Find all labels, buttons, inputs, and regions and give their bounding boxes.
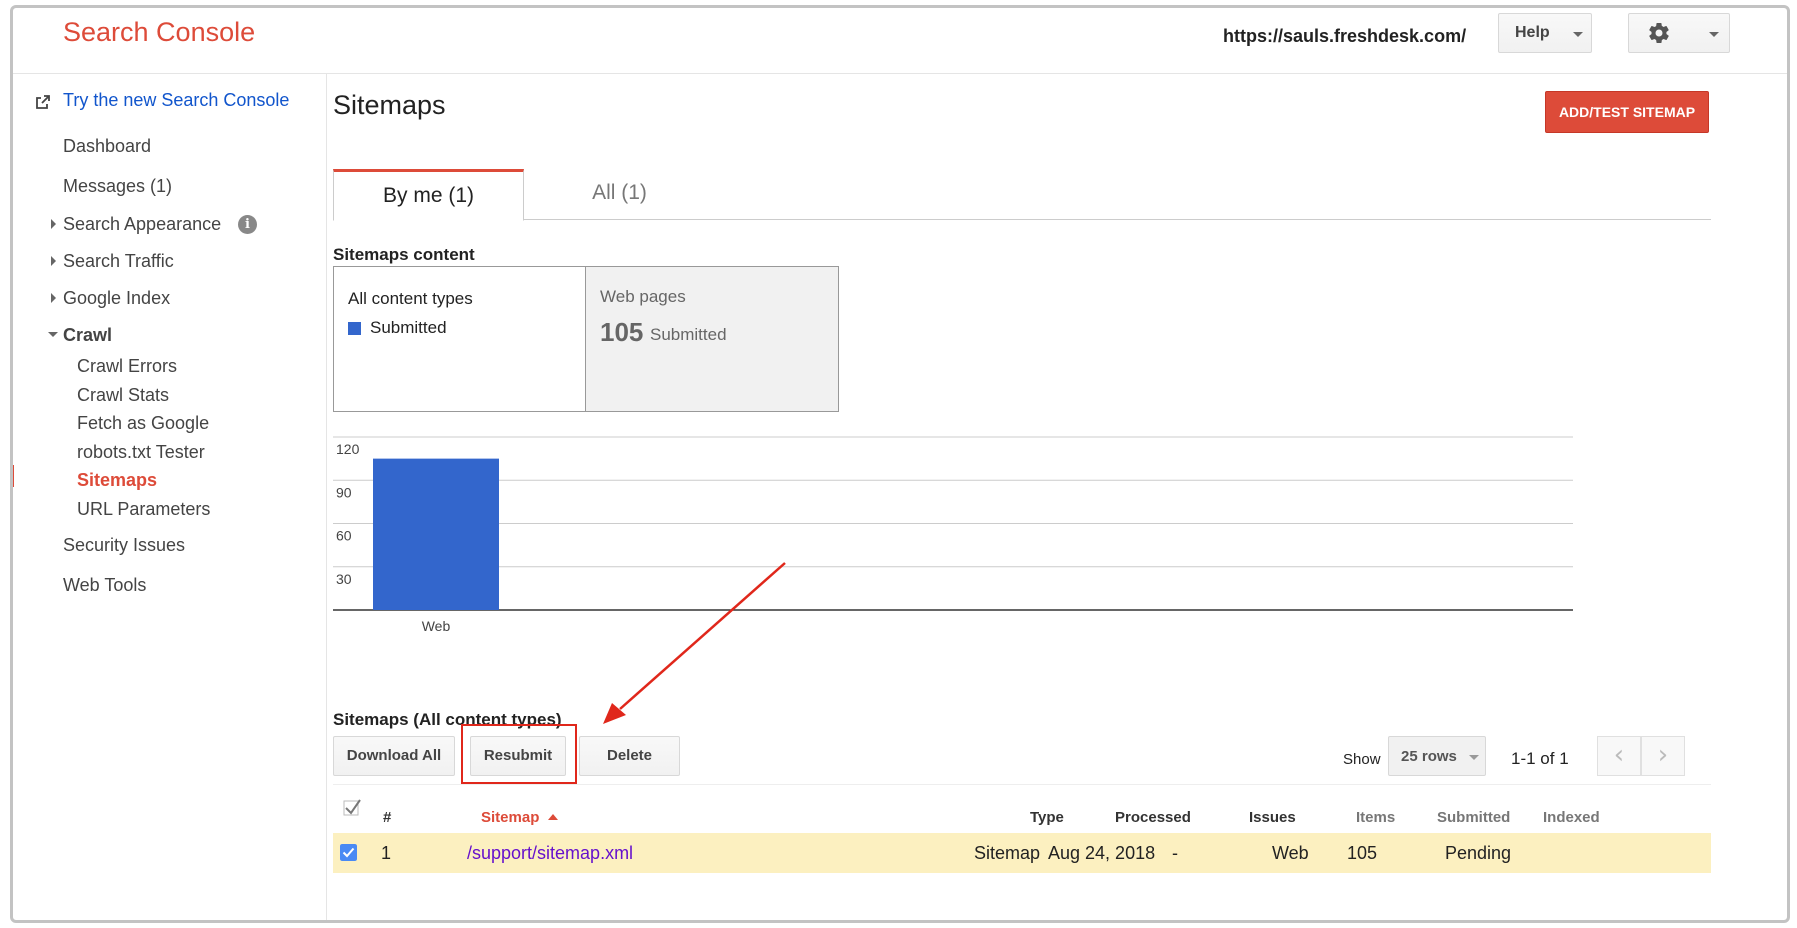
row-sitemap-link[interactable]: /support/sitemap.xml — [467, 843, 633, 864]
bar-web — [373, 458, 499, 610]
sidebar-item-dashboard[interactable]: Dashboard — [63, 136, 151, 157]
sidebar-item-crawl-errors[interactable]: Crawl Errors — [77, 356, 177, 377]
web-pages-count-label: Submitted — [650, 325, 727, 344]
sort-ascending-icon — [547, 814, 558, 820]
help-label: Help — [1515, 24, 1550, 41]
sidebar: Try the new Search Console Dashboard Mes… — [13, 74, 327, 920]
active-indicator — [13, 465, 14, 487]
column-type: Type — [1030, 809, 1064, 826]
column-indexed: Indexed — [1543, 809, 1600, 826]
sidebar-item-crawl[interactable]: Crawl — [63, 325, 112, 346]
row-type: Sitemap — [974, 843, 1041, 863]
search-console-window: Search Console https://sauls.freshdesk.c… — [10, 5, 1790, 923]
table-header: # Sitemap Type Processed Issues Items Su… — [333, 784, 1711, 833]
column-submitted: Submitted — [1437, 809, 1511, 826]
y-tick-label: 90 — [336, 484, 352, 500]
y-tick-label: 60 — [336, 528, 352, 544]
settings-button[interactable] — [1628, 13, 1730, 53]
try-new-console-link[interactable]: Try the new Search Console — [63, 90, 289, 111]
sidebar-item-security-issues[interactable]: Security Issues — [63, 535, 185, 556]
help-button[interactable]: Help — [1498, 13, 1592, 53]
row-indexed: Pending — [1445, 843, 1512, 863]
add-test-sitemap-button[interactable]: ADD/TEST SITEMAP — [1545, 91, 1709, 133]
sidebar-item-crawl-stats[interactable]: Crawl Stats — [77, 385, 169, 406]
sidebar-item-messages[interactable]: Messages (1) — [63, 176, 172, 197]
legend-swatch — [348, 322, 361, 335]
site-url[interactable]: https://sauls.freshdesk.com/ — [1223, 26, 1466, 47]
collapse-arrow-icon[interactable] — [48, 332, 58, 337]
top-header: Search Console https://sauls.freshdesk.c… — [13, 8, 1787, 74]
sidebar-item-search-traffic[interactable]: Search Traffic — [63, 251, 174, 272]
y-tick-label: 30 — [336, 571, 352, 587]
expand-arrow-icon[interactable] — [51, 256, 56, 266]
legend-submitted-label: Submitted — [370, 318, 447, 337]
app-title[interactable]: Search Console — [63, 17, 255, 48]
sidebar-item-fetch-as-google[interactable]: Fetch as Google — [77, 413, 209, 434]
content-type-all[interactable]: All content types Submitted — [333, 266, 585, 412]
tab-all[interactable]: All (1) — [524, 169, 715, 220]
sidebar-item-robots-tester[interactable]: robots.txt Tester — [77, 442, 205, 463]
chevron-down-icon — [1709, 32, 1719, 37]
all-content-types-label: All content types — [348, 289, 473, 308]
chevron-down-icon — [1573, 32, 1583, 37]
show-label: Show — [1343, 751, 1381, 768]
chart-svg: 30 60 90 120 Web — [333, 436, 1573, 634]
external-link-icon — [36, 95, 50, 109]
page-title: Sitemaps — [333, 90, 446, 120]
chevron-left-icon: ‹ — [1613, 740, 1625, 770]
column-sitemap-label: Sitemap — [481, 809, 540, 826]
row-submitted: 105 — [1347, 843, 1378, 863]
sidebar-item-search-appearance[interactable]: Search Appearance — [63, 214, 221, 235]
web-pages-count: 105 — [600, 317, 644, 347]
sidebar-item-sitemaps[interactable]: Sitemaps — [77, 470, 157, 491]
sitemap-chart: 30 60 90 120 Web — [333, 432, 1711, 662]
column-issues: Issues — [1249, 809, 1296, 826]
x-tick-label: Web — [422, 618, 451, 634]
next-page-button[interactable]: › — [1641, 736, 1685, 776]
info-icon[interactable]: i — [238, 215, 257, 234]
delete-button[interactable]: Delete — [579, 736, 680, 776]
row-checkbox[interactable] — [340, 844, 357, 861]
prev-page-button[interactable]: ‹ — [1597, 736, 1641, 776]
web-pages-label: Web pages — [600, 287, 686, 306]
download-all-button[interactable]: Download All — [333, 736, 455, 776]
resubmit-highlight — [461, 724, 577, 784]
expand-arrow-icon[interactable] — [51, 219, 56, 229]
y-tick-label: 120 — [336, 441, 360, 457]
column-items: Items — [1356, 809, 1396, 826]
chevron-right-icon: › — [1657, 740, 1669, 770]
sidebar-item-url-parameters[interactable]: URL Parameters — [77, 499, 210, 520]
tab-bar: By me (1) All (1) — [333, 169, 1711, 221]
row-issues: - — [1172, 843, 1178, 863]
pagination-label: 1-1 of 1 — [1511, 749, 1569, 768]
chevron-down-icon — [1469, 755, 1479, 760]
tab-by-me[interactable]: By me (1) — [333, 169, 524, 221]
expand-arrow-icon[interactable] — [51, 293, 56, 303]
rows-per-page-select[interactable]: 25 rows — [1388, 736, 1486, 776]
gear-icon — [1649, 23, 1669, 44]
column-number: # — [383, 809, 392, 826]
sidebar-item-web-tools[interactable]: Web Tools — [63, 575, 146, 596]
column-processed: Processed — [1115, 809, 1191, 826]
table-row[interactable]: 1 /support/sitemap.xml Sitemap Aug 24, 2… — [333, 833, 1711, 873]
sidebar-item-google-index[interactable]: Google Index — [63, 288, 170, 309]
rows-label: 25 rows — [1401, 748, 1457, 765]
row-items: Web — [1272, 843, 1309, 863]
row-number: 1 — [381, 843, 392, 863]
sitemaps-content-heading: Sitemaps content — [333, 245, 475, 264]
content-type-web-pages[interactable]: Web pages 105 Submitted — [585, 266, 839, 412]
select-all-checkbox[interactable] — [343, 798, 363, 818]
row-processed: Aug 24, 2018 — [1048, 843, 1156, 863]
column-sitemap[interactable]: Sitemap — [481, 809, 558, 826]
